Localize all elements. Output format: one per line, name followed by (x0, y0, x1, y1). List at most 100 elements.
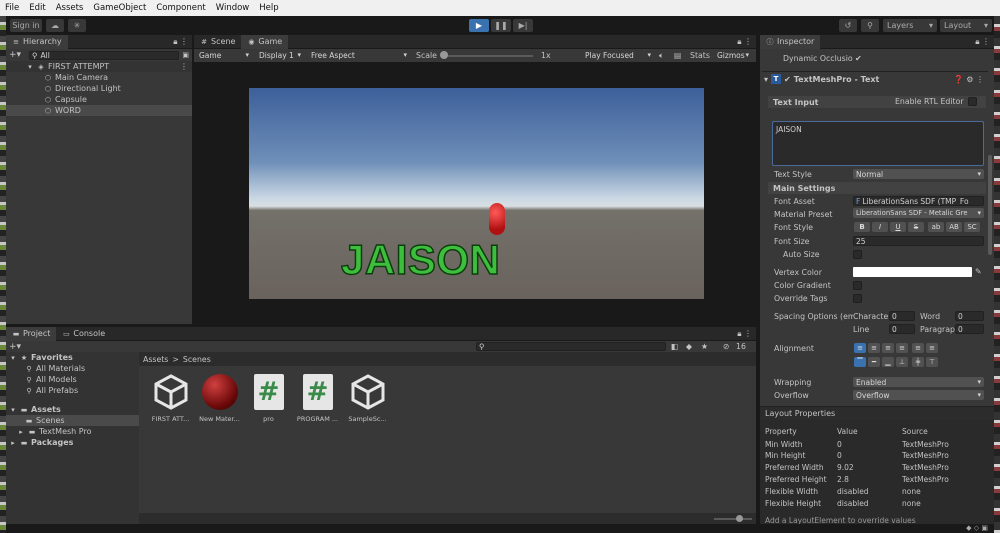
italic-button[interactable]: I (872, 222, 888, 232)
material-preset-dropdown[interactable]: LiberationSans SDF - Metalic Gre (853, 208, 984, 218)
help-settings-icon[interactable]: ❓ ⚙ ⋮ (954, 75, 984, 84)
tab-project[interactable]: ▬ Project (6, 326, 57, 341)
collab-icon[interactable]: ✳ (68, 19, 86, 32)
filter-type-icon[interactable]: ◧ (671, 342, 678, 351)
gizmos-dropdown[interactable]: Gizmos (714, 50, 752, 60)
rtl-checkbox[interactable] (968, 97, 977, 106)
tab-hierarchy[interactable]: ≡ Hierarchy (6, 34, 68, 49)
align-flush-icon[interactable]: ≡ (912, 343, 924, 353)
favorite-icon[interactable]: ★ (701, 342, 708, 351)
hierarchy-item[interactable]: ⬡ Main Camera (6, 72, 192, 83)
auto-size-checkbox[interactable] (853, 250, 862, 259)
favorite-item[interactable]: ⚲ All Materials (6, 363, 139, 374)
pause-button[interactable]: ❚❚ (491, 19, 511, 32)
zoom-slider-handle[interactable] (736, 515, 743, 522)
layers-dropdown[interactable]: Layers ▾ (883, 19, 937, 32)
strikethrough-button[interactable]: S (908, 222, 924, 232)
uppercase-button[interactable]: AB (946, 222, 962, 232)
display-dropdown[interactable]: Display 1 (256, 50, 304, 60)
asset-material[interactable]: New Mater... (197, 373, 242, 423)
zoom-slider[interactable] (714, 518, 752, 520)
favorite-item[interactable]: ⚲ All Models (6, 374, 139, 385)
add-icon[interactable]: +▾ (9, 50, 23, 60)
lock-icon[interactable]: 🔒︎ ⋮ (975, 37, 990, 47)
favorite-item[interactable]: ⚲ All Prefabs (6, 385, 139, 396)
wrapping-dropdown[interactable]: Enabled (853, 377, 984, 387)
menu-gameobject[interactable]: GameObject (88, 3, 151, 13)
add-icon[interactable]: +▾ (9, 342, 21, 352)
breadcrumb-scenes[interactable]: Scenes (183, 355, 211, 364)
line-spacing-field[interactable]: 0 (889, 324, 915, 334)
lock-icon[interactable]: 🔒︎ ⋮ (737, 329, 752, 339)
lock-icon[interactable]: 🔒︎ ⋮ (737, 37, 752, 47)
lock-icon[interactable]: 🔒︎ ⋮ (173, 37, 188, 47)
align-baseline-icon[interactable]: ⊥ (896, 357, 908, 367)
menu-file[interactable]: File (0, 3, 24, 13)
signin-button[interactable]: Sign in (10, 19, 42, 32)
game-mode-dropdown[interactable]: Game (196, 50, 252, 60)
align-left-icon[interactable]: ≡ (854, 343, 866, 353)
textmeshpro-folder-row[interactable]: ▸ ▬ TextMesh Pro (6, 426, 139, 437)
align-middle-icon[interactable]: ━ (868, 357, 880, 367)
scenes-folder-row[interactable]: ▬ Scenes (6, 415, 139, 426)
font-size-field[interactable]: 25 (853, 236, 984, 246)
word-spacing-field[interactable]: 0 (955, 311, 984, 321)
cloud-icon[interactable]: ☁ (46, 19, 64, 32)
aspect-dropdown[interactable]: Free Aspect (308, 50, 410, 60)
asset-script-pro[interactable]: # pro (246, 373, 291, 423)
text-style-dropdown[interactable]: Normal (853, 169, 984, 179)
breadcrumb-assets[interactable]: Assets (143, 355, 168, 364)
asset-script-program[interactable]: # PROGRAM ... (295, 373, 340, 423)
align-bottom-icon[interactable]: ▁ (882, 357, 894, 367)
history-icon[interactable]: ↺ (839, 19, 857, 32)
packages-folder-row[interactable]: ▸ ▬ Packages (6, 437, 139, 448)
color-gradient-checkbox[interactable] (853, 281, 862, 290)
component-header[interactable]: ▾ T ✔ TextMeshPro - Text ❓ ⚙ ⋮ (762, 71, 988, 86)
menu-window[interactable]: Window (211, 3, 255, 13)
align-capline-icon[interactable]: ⊤ (926, 357, 938, 367)
menu-edit[interactable]: Edit (24, 3, 50, 13)
character-spacing-field[interactable]: 0 (889, 311, 915, 321)
project-search-input[interactable]: ⚲ (476, 342, 666, 351)
align-geometry-icon[interactable]: ≡ (926, 343, 938, 353)
inspector-scrollbar[interactable] (988, 155, 992, 255)
tab-console[interactable]: ▭ Console (56, 327, 111, 341)
bold-button[interactable]: B (854, 222, 870, 232)
layout-dropdown[interactable]: Layout ▾ (940, 19, 992, 32)
hierarchy-search-input[interactable]: ⚲ All (29, 50, 180, 60)
tab-inspector[interactable]: ⓘ Inspector (760, 34, 821, 49)
filter-icon[interactable]: ▣ (182, 51, 189, 59)
play-button[interactable]: ▶ (469, 19, 489, 32)
filter-label-icon[interactable]: ◆ (686, 342, 692, 351)
game-render-viewport[interactable]: JAISON (249, 88, 704, 299)
font-asset-field[interactable]: F LiberationSans SDF (TMP_Fo (853, 196, 984, 206)
stats-icon[interactable]: ▤ (674, 51, 681, 60)
hierarchy-item[interactable]: ⬡ Directional Light (6, 83, 192, 94)
text-input-area[interactable]: JAISON (772, 121, 984, 166)
more-icon[interactable]: ⋮ (180, 62, 188, 71)
stats-button[interactable]: Stats (690, 51, 710, 60)
enabled-checkbox[interactable]: ✔ (784, 75, 791, 84)
override-tags-checkbox[interactable] (853, 294, 862, 303)
eyedropper-icon[interactable]: ✎ (975, 267, 982, 276)
vertex-color-swatch[interactable] (853, 267, 972, 277)
overflow-dropdown[interactable]: Overflow (853, 390, 984, 400)
paragraph-spacing-field[interactable]: 0 (955, 324, 984, 334)
align-right-icon[interactable]: ≡ (882, 343, 894, 353)
asset-scene-first-attempt[interactable]: FIRST ATT... (148, 373, 193, 423)
hierarchy-item-selected[interactable]: ⬡ WORD (6, 105, 192, 116)
tab-scene[interactable]: # Scene (194, 35, 241, 49)
check-icon[interactable]: ✔ (855, 54, 862, 63)
menu-assets[interactable]: Assets (51, 3, 89, 13)
smallcaps-button[interactable]: SC (964, 222, 980, 232)
align-justify-icon[interactable]: ≡ (896, 343, 908, 353)
mute-icon[interactable]: 🔈︎ (659, 51, 664, 61)
tab-game[interactable]: ◉ Game (241, 34, 289, 49)
align-midline-icon[interactable]: ╪ (912, 357, 924, 367)
assets-folder-row[interactable]: ▾ ▬ Assets (6, 404, 139, 415)
align-center-icon[interactable]: ≡ (868, 343, 880, 353)
scale-slider[interactable] (441, 55, 533, 57)
layout-properties-header[interactable]: Layout Properties (760, 406, 994, 420)
underline-button[interactable]: U (890, 222, 906, 232)
scale-slider-handle[interactable] (440, 51, 448, 59)
